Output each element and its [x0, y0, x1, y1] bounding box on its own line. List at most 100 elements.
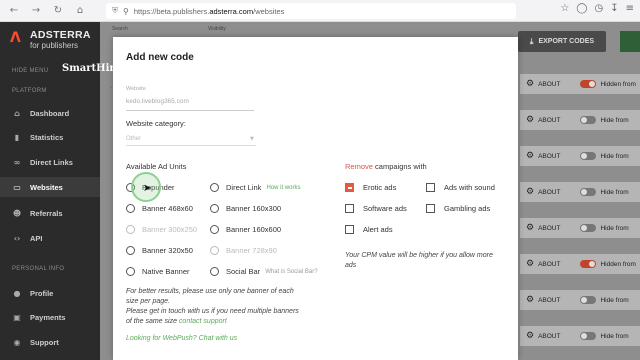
website-field[interactable]: kedo.liveblog365.com: [126, 98, 189, 105]
sidebar-item-api[interactable]: ‹› API: [0, 228, 100, 248]
radio-button[interactable]: [210, 204, 219, 213]
ad-unit-banner-320x50[interactable]: Banner 320x50: [126, 246, 193, 255]
radio-button[interactable]: [210, 183, 219, 192]
sidebar-item-statistics[interactable]: ▮ Statistics: [0, 127, 100, 147]
ad-unit-social-bar[interactable]: Social Bar What is Social Bar?: [210, 267, 318, 276]
category-label: Website category:: [126, 119, 186, 128]
sidebar-item-payments[interactable]: ▣ Payments: [0, 307, 100, 327]
sidebar-item-profile[interactable]: ● Profile: [0, 283, 100, 303]
mouse-cursor-icon: ➤: [143, 183, 152, 194]
sidebar-item-support[interactable]: ◉ Support: [0, 332, 100, 352]
hide-menu-toggle[interactable]: HIDE MENU: [12, 68, 48, 74]
about-link[interactable]: ABOUT: [538, 261, 560, 268]
website-row: ⚙ ABOUT Hide from: [520, 146, 640, 166]
gear-icon[interactable]: ⚙: [526, 151, 534, 161]
shield-icon[interactable]: ◯: [576, 3, 587, 14]
campaign-gambling-ads[interactable]: Gambling ads: [426, 204, 490, 213]
gear-icon[interactable]: ⚙: [526, 259, 534, 269]
sidebar-item-direct-links[interactable]: ∞ Direct Links: [0, 152, 100, 172]
visibility-toggle[interactable]: [580, 224, 597, 232]
about-link[interactable]: ABOUT: [538, 81, 560, 88]
export-codes-button[interactable]: ⤓ EXPORT CODES: [518, 31, 606, 52]
checkbox[interactable]: [426, 204, 435, 213]
sidebar-item-label: Profile: [30, 288, 54, 298]
contact-support-link[interactable]: contact support: [179, 318, 227, 325]
website-row: ⚙ ABOUT Hide from: [520, 290, 640, 310]
webpush-chat-link[interactable]: Looking for WebPush? Chat with us: [126, 335, 237, 342]
campaign-erotic-ads[interactable]: Erotic ads: [345, 183, 396, 192]
sidebar-item-label: Direct Links: [30, 157, 73, 167]
gear-icon[interactable]: ⚙: [526, 295, 534, 305]
ad-unit-direct-link[interactable]: Direct Link How it works: [210, 183, 300, 192]
chevron-down-icon[interactable]: ▼: [250, 136, 254, 142]
download-icon[interactable]: ↧: [610, 3, 618, 14]
gear-icon[interactable]: ⚙: [526, 223, 534, 233]
about-link[interactable]: ABOUT: [538, 189, 560, 196]
radio-button[interactable]: [210, 267, 219, 276]
reload-icon[interactable]: ↻: [50, 3, 66, 19]
checkbox[interactable]: [345, 225, 354, 234]
visibility-toggle[interactable]: [580, 116, 597, 124]
history-icon[interactable]: ◷: [594, 3, 603, 14]
section-label-platform: PLATFORM: [12, 88, 47, 94]
campaign-alert-ads[interactable]: Alert ads: [345, 225, 393, 234]
about-link[interactable]: ABOUT: [538, 297, 560, 304]
add-code-button[interactable]: [620, 31, 640, 52]
about-link[interactable]: ABOUT: [538, 117, 560, 124]
radio-button[interactable]: [126, 246, 135, 255]
browser-actions: ☆ ◯ ◷ ↧ ≡: [560, 3, 634, 14]
bookmark-star-icon[interactable]: ☆: [560, 3, 569, 14]
ad-unit-banner-160x600[interactable]: Banner 160x600: [210, 225, 281, 234]
how-it-works-link[interactable]: How it works: [266, 185, 300, 191]
visibility-toggle[interactable]: [580, 152, 597, 160]
visibility-toggle[interactable]: [580, 296, 597, 304]
ad-unit-banner-160x300[interactable]: Banner 160x300: [210, 204, 281, 213]
forward-icon[interactable]: →: [28, 3, 44, 19]
visibility-toggle[interactable]: [580, 188, 597, 196]
logo-name: ADSTERRA: [30, 29, 91, 41]
category-select[interactable]: Other: [126, 136, 141, 142]
cpm-note: Your CPM value will be higher if you all…: [345, 252, 493, 269]
ad-unit-native-banner[interactable]: Native Banner: [126, 267, 190, 276]
code-icon: ‹›: [13, 233, 21, 243]
back-icon[interactable]: ←: [6, 3, 22, 19]
search-label: Search: [112, 26, 128, 32]
ad-unit-banner-468x60[interactable]: Banner 468x60: [126, 204, 193, 213]
radio-button: [126, 225, 135, 234]
about-link[interactable]: ABOUT: [538, 225, 560, 232]
checkbox[interactable]: [345, 204, 354, 213]
gear-icon[interactable]: ⚙: [526, 331, 534, 341]
gear-icon[interactable]: ⚙: [526, 79, 534, 89]
radio-button[interactable]: [210, 225, 219, 234]
about-link[interactable]: ABOUT: [538, 333, 560, 340]
address-bar[interactable]: ⛨ ⚲ https://beta.publishers. adsterra.com…: [106, 3, 516, 19]
logo-subtitle: for publishers: [30, 41, 79, 50]
website-row: ⚙ ABOUT Hide from: [520, 326, 640, 346]
checkbox[interactable]: [426, 183, 435, 192]
add-code-modal: Add new code Website kedo.liveblog365.co…: [113, 37, 518, 360]
visibility-toggle[interactable]: [580, 260, 597, 268]
gear-icon[interactable]: ⚙: [526, 115, 534, 125]
sidebar-item-dashboard[interactable]: ⌂ Dashboard: [0, 103, 100, 123]
sidebar-item-label: Support: [30, 337, 59, 347]
gear-icon[interactable]: ⚙: [526, 187, 534, 197]
menu-icon[interactable]: ≡: [626, 3, 634, 14]
home-icon: ⌂: [14, 108, 20, 118]
campaign-software-ads[interactable]: Software ads: [345, 204, 407, 213]
logo[interactable]: Λ ADSTERRA for publishers: [10, 29, 91, 51]
sidebar-item-referrals[interactable]: ☻ Referrals: [0, 203, 100, 223]
campaign-ads-with-sound[interactable]: Ads with sound: [426, 183, 495, 192]
about-link[interactable]: ABOUT: [538, 153, 560, 160]
sidebar-item-label: Dashboard: [30, 108, 70, 118]
filter-labels: Search Visibility: [112, 26, 226, 32]
visibility-toggle[interactable]: [580, 332, 597, 340]
radio-button[interactable]: [126, 267, 135, 276]
home-icon[interactable]: ⌂: [72, 3, 88, 19]
checkbox[interactable]: [345, 183, 354, 192]
sidebar-item-websites[interactable]: ▭ Websites: [0, 177, 100, 197]
radio-button[interactable]: [126, 204, 135, 213]
remove-word: Remove: [345, 162, 373, 171]
what-is-social-bar-link[interactable]: What is Social Bar?: [265, 269, 317, 275]
visibility-toggle[interactable]: [580, 80, 597, 88]
website-row: ⚙ ABOUT Hide from: [520, 218, 640, 238]
